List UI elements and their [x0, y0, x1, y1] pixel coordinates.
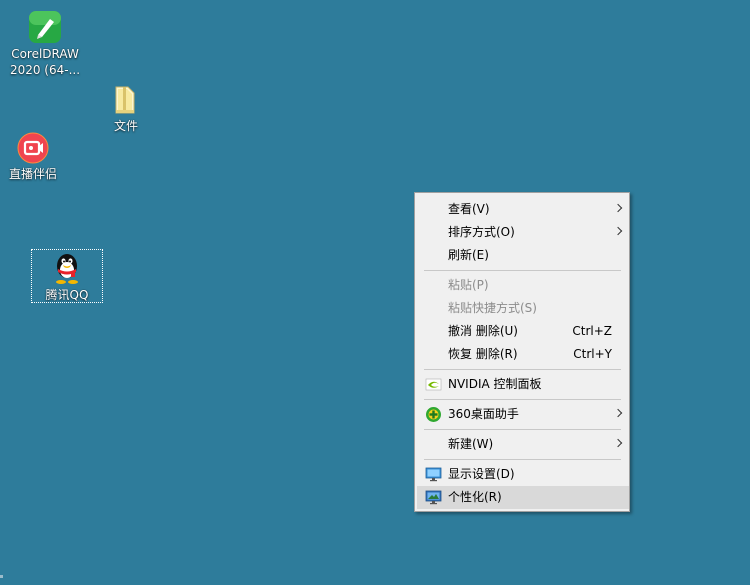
menu-item-undo-delete[interactable]: 撤消 删除(U) Ctrl+Z	[417, 320, 629, 343]
qq-penguin-icon	[56, 254, 78, 284]
menu-item-label: 排序方式(O)	[448, 225, 515, 239]
coreldraw-icon	[29, 11, 61, 43]
menu-item-refresh[interactable]: 刷新(E)	[417, 244, 629, 267]
menu-item-label: 恢复 删除(R)	[448, 347, 518, 361]
corner-artifact	[0, 575, 3, 578]
menu-item-label: 360桌面助手	[448, 407, 519, 421]
menu-item-view[interactable]: 查看(V)	[417, 198, 629, 221]
desktop-context-menu: 查看(V) 排序方式(O) 刷新(E) 粘贴(P) 粘贴快捷方式(S) 撤消 删…	[414, 192, 630, 512]
submenu-arrow-icon	[613, 226, 623, 236]
menu-item-label: 新建(W)	[448, 437, 494, 451]
menu-item-label: 粘贴快捷方式(S)	[448, 301, 537, 315]
menu-item-label: 粘贴(P)	[448, 278, 489, 292]
menu-item-new[interactable]: 新建(W)	[417, 433, 629, 456]
menu-item-sort-by[interactable]: 排序方式(O)	[417, 221, 629, 244]
desktop-icon-qq[interactable]: 腾讯QQ	[31, 249, 103, 303]
desktop-icon-label-line1: CorelDRAW	[11, 47, 79, 61]
menu-item-label: 刷新(E)	[448, 248, 489, 262]
menu-item-shortcut: Ctrl+Z	[572, 324, 612, 338]
desktop-icon-label-line2: 2020 (64-...	[9, 63, 81, 77]
desktop-icon-live-companion[interactable]: 直播伴侣	[2, 132, 64, 188]
menu-item-label: 个性化(R)	[448, 490, 502, 504]
menu-item-label: 查看(V)	[448, 202, 490, 216]
menu-separator	[424, 369, 621, 370]
live-companion-icon	[17, 132, 49, 164]
submenu-arrow-icon	[613, 408, 623, 418]
desktop-icon-label: 文件	[113, 119, 138, 133]
display-settings-icon	[425, 467, 442, 482]
menu-item-360-desktop-assistant[interactable]: 360桌面助手	[417, 403, 629, 426]
menu-item-shortcut: Ctrl+Y	[573, 347, 612, 361]
menu-item-label: 显示设置(D)	[448, 467, 515, 481]
menu-separator	[424, 399, 621, 400]
menu-item-personalize[interactable]: 个性化(R)	[417, 486, 629, 509]
desktop-icon-label: 直播伴侣	[8, 167, 57, 181]
menu-item-paste: 粘贴(P)	[417, 274, 629, 297]
menu-separator	[424, 270, 621, 271]
menu-item-redo-delete[interactable]: 恢复 删除(R) Ctrl+Y	[417, 343, 629, 366]
desktop-icon-label: 腾讯QQ	[45, 288, 89, 302]
submenu-arrow-icon	[613, 203, 623, 213]
menu-separator	[424, 459, 621, 460]
nvidia-icon	[425, 378, 442, 391]
menu-separator	[424, 429, 621, 430]
360-icon	[426, 407, 441, 422]
folder-icon	[115, 86, 135, 114]
personalize-icon	[425, 490, 442, 505]
submenu-arrow-icon	[613, 438, 623, 448]
menu-item-nvidia-control-panel[interactable]: NVIDIA 控制面板	[417, 373, 629, 396]
menu-item-display-settings[interactable]: 显示设置(D)	[417, 463, 629, 486]
desktop-icon-coreldraw[interactable]: CorelDRAW 2020 (64-...	[4, 10, 86, 84]
menu-item-label: NVIDIA 控制面板	[448, 377, 542, 391]
desktop-icon-folder[interactable]: 文件	[100, 84, 152, 138]
menu-item-paste-shortcut: 粘贴快捷方式(S)	[417, 297, 629, 320]
menu-item-label: 撤消 删除(U)	[448, 324, 518, 338]
